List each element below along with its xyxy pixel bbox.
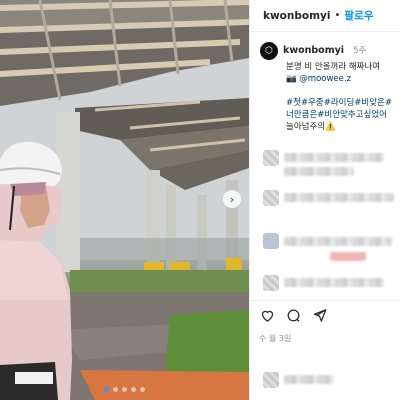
like-button[interactable]: [260, 308, 275, 323]
avatar[interactable]: ⬡: [260, 42, 278, 60]
comment-text: [284, 167, 354, 176]
hashtag-line[interactable]: #첫#우중#라이딩#비맞은#: [286, 97, 400, 109]
comment-button[interactable]: [286, 308, 301, 323]
header-separator: •: [334, 10, 341, 21]
comment-text: [284, 153, 384, 162]
carousel-dots: [0, 387, 249, 392]
post-date: 수 월 3일: [259, 334, 292, 343]
chevron-right-icon: ›: [229, 192, 235, 206]
carousel-dot: [131, 387, 136, 392]
comment-icon: [287, 309, 300, 322]
mention-link[interactable]: @moowee.z: [299, 74, 351, 84]
comment-text: [284, 375, 334, 384]
carousel-dot: [140, 387, 145, 392]
hashtag-line: 늘아넘주의⚠️: [286, 122, 336, 132]
caption-text: 분명 비 안올꺼라 해짜나여: [286, 62, 381, 72]
camera-icon: 📷: [286, 74, 297, 84]
post-actions: [249, 300, 400, 330]
carousel-dot: [104, 387, 109, 392]
post-caption: ⬡ kwonbomyi 5주 분명 비 안올꺼라 해짜나여 📷 @moowee.…: [250, 32, 400, 133]
carousel-dot: [113, 387, 118, 392]
comment-text: [284, 193, 394, 202]
comment-avatar: [263, 233, 279, 249]
comment-avatar: [263, 150, 279, 166]
comment-avatar: [263, 372, 279, 388]
next-photo-button[interactable]: ›: [223, 190, 241, 208]
post-username[interactable]: kwonbomyi: [263, 10, 331, 22]
heart-icon: [261, 310, 274, 322]
hashtags: #첫#우중#라이딩#비맞은# 너만큼은#비안맞추고싶었어 늘아넘주의⚠️: [260, 97, 400, 133]
comment-text: [330, 252, 366, 261]
share-button[interactable]: [312, 308, 327, 323]
caption-username[interactable]: kwonbomyi: [283, 45, 344, 57]
post-photo[interactable]: ›: [0, 0, 249, 400]
paper-plane-icon: [313, 309, 327, 322]
comment-text: [284, 278, 384, 287]
hashtag-line[interactable]: 너만큼은#비안맞추고싶었어: [286, 109, 400, 121]
photo-scene: [0, 0, 249, 400]
caption-photo-credit: 📷 @moowee.z: [260, 73, 400, 85]
comment-avatar: [263, 275, 279, 291]
comment-text: [284, 237, 392, 246]
caption-timestamp[interactable]: 5주: [353, 45, 366, 57]
follow-button[interactable]: 팔로우: [344, 8, 373, 23]
post-header: kwonbomyi • 팔로우: [250, 0, 400, 32]
carousel-dot: [122, 387, 127, 392]
comment-avatar: [263, 190, 279, 206]
